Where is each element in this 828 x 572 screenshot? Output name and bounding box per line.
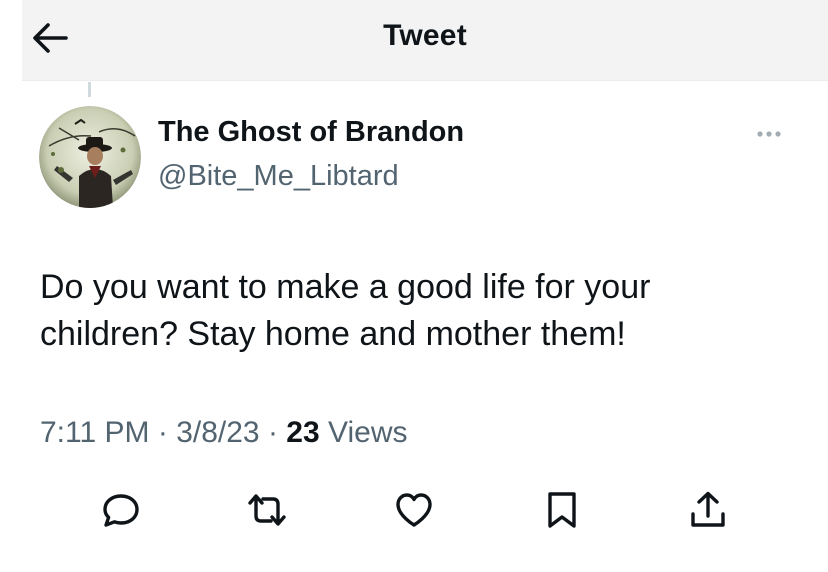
more-horizontal-icon (757, 131, 781, 137)
reply-icon (103, 494, 139, 527)
tweet-time[interactable]: 7:11 PM (40, 416, 150, 449)
top-bar: Tweet (22, 0, 828, 81)
avatar-image (39, 106, 141, 208)
separator-dot: · (267, 416, 278, 449)
avatar[interactable] (39, 106, 141, 208)
share-icon (691, 491, 725, 527)
bookmark-icon (548, 492, 576, 528)
views-count[interactable]: 23 (286, 416, 319, 449)
author-handle[interactable]: @Bite_Me_Libtard (158, 160, 399, 193)
separator-dot: · (157, 416, 168, 449)
tweet-date[interactable]: 3/8/23 (176, 416, 259, 449)
retweet-icon (248, 494, 286, 526)
more-options-button[interactable] (750, 122, 790, 146)
bookmark-button[interactable] (542, 490, 582, 530)
reply-button[interactable] (101, 490, 141, 530)
views-label[interactable]: Views (328, 416, 407, 449)
like-button[interactable] (394, 490, 434, 530)
share-button[interactable] (688, 490, 728, 530)
retweet-button[interactable] (247, 490, 287, 530)
thread-connector-line (88, 82, 91, 97)
page-title: Tweet (383, 19, 467, 52)
author-display-name[interactable]: The Ghost of Brandon (158, 116, 464, 149)
tweet-metadata: 7:11 PM · 3/8/23 · 23 Views (40, 416, 408, 450)
heart-icon (396, 493, 432, 527)
tweet-text: Do you want to make a good life for your… (40, 268, 651, 353)
